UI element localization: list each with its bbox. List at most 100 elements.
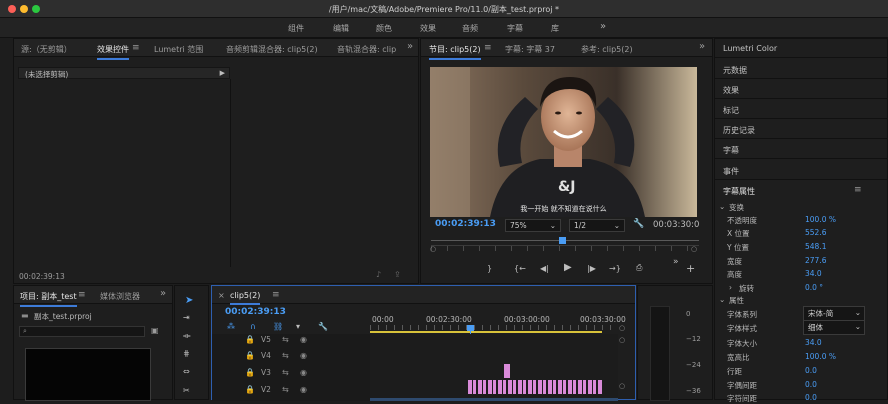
rolling-edit-tool-icon[interactable]: ⋕ <box>183 349 190 358</box>
width-value[interactable]: 277.6 <box>805 256 826 265</box>
project-search-input[interactable]: ⌕ <box>19 326 145 337</box>
export-frame-camera-icon[interactable]: ⎙ <box>636 263 642 273</box>
mark-out-icon[interactable]: } <box>487 264 492 273</box>
program-menu-icon[interactable]: ≡ <box>484 43 492 53</box>
font-size-value[interactable]: 34.0 <box>805 338 822 347</box>
zoom-select[interactable]: 75% ⌄ <box>505 219 561 232</box>
go-to-in-icon[interactable]: {← <box>514 264 526 273</box>
workspace-more-button[interactable]: » <box>600 21 606 32</box>
tab-source[interactable]: 源:（无剪辑） <box>21 44 72 55</box>
tab-media-browser[interactable]: 媒体浏览器 <box>100 291 140 302</box>
step-back-icon[interactable]: ◀| <box>540 264 549 273</box>
go-to-out-icon[interactable]: →} <box>609 264 621 273</box>
caption-clip[interactable] <box>504 364 510 378</box>
panel-captions[interactable]: 字幕 <box>723 145 739 156</box>
step-forward-icon[interactable]: |▶ <box>587 264 596 273</box>
workspace-assembly[interactable]: 组件 <box>288 23 304 34</box>
workspace-effects[interactable]: 效果 <box>420 23 436 34</box>
x-position-value[interactable]: 552.6 <box>805 228 826 237</box>
sync-lock-icon[interactable]: ⇆ <box>282 368 289 377</box>
work-area-bar[interactable] <box>370 331 602 333</box>
lock-icon[interactable]: 🔒 <box>245 335 255 344</box>
font-family-select[interactable]: 宋体-简 ⌄ <box>803 306 865 321</box>
transform-expand-icon[interactable]: ⌄ <box>719 202 725 211</box>
selection-tool-icon[interactable]: ➤ <box>185 295 193 306</box>
lock-icon[interactable]: 🔒 <box>245 385 255 394</box>
program-current-timecode[interactable]: 00:02:39:13 <box>435 219 496 229</box>
vertical-scroll-circle-icon[interactable]: ○ <box>619 336 625 344</box>
program-time-ruler[interactable] <box>431 245 699 251</box>
tab-project[interactable]: 项目: 副本_test <box>20 291 77 307</box>
panel-effects[interactable]: 效果 <box>723 85 739 96</box>
expand-triangle-icon[interactable]: ▶ <box>220 69 225 77</box>
panel-markers[interactable]: 标记 <box>723 105 739 116</box>
workspace-color[interactable]: 颜色 <box>376 23 392 34</box>
panel-history[interactable]: 历史记录 <box>723 125 755 136</box>
eye-icon[interactable]: ◉ <box>300 335 307 344</box>
new-bin-icon[interactable]: ▣ <box>151 326 159 335</box>
export-frame-icon[interactable]: ⇪ <box>394 270 401 279</box>
aspect-value[interactable]: 100.0 % <box>805 352 836 361</box>
effect-controls-menu-icon[interactable]: ≡ <box>132 43 140 53</box>
button-editor-plus-icon[interactable]: + <box>686 262 695 275</box>
effect-controls-timecode[interactable]: 00:02:39:13 <box>19 272 65 281</box>
timeline-ruler-ticks[interactable] <box>370 325 618 330</box>
panel-lumetri-color[interactable]: Lumetri Color <box>723 44 777 53</box>
project-more-button[interactable]: » <box>160 288 166 299</box>
eye-icon[interactable]: ◉ <box>300 368 307 377</box>
panel-events[interactable]: 事件 <box>723 166 739 177</box>
opacity-value[interactable]: 100.0 % <box>805 215 836 224</box>
tab-timeline-sequence[interactable]: clip5(2) <box>230 291 261 305</box>
audio-only-icon[interactable]: ♪ <box>376 270 381 279</box>
subtitle-overlay[interactable]: 我一开始 就不知道在说什么 <box>430 204 697 214</box>
tab-audio-clip-mixer[interactable]: 音频剪辑混合器: clip5(2) <box>226 44 318 55</box>
height-value[interactable]: 34.0 <box>805 269 822 278</box>
timeline-close-icon[interactable]: × <box>218 291 225 300</box>
lock-icon[interactable]: 🔒 <box>245 351 255 360</box>
sync-lock-icon[interactable]: ⇆ <box>282 351 289 360</box>
timeline-menu-icon[interactable]: ≡ <box>272 290 280 300</box>
sync-lock-icon[interactable]: ⇆ <box>282 385 289 394</box>
source-panel-more-button[interactable]: » <box>407 41 413 52</box>
more-controls-icon[interactable]: » <box>673 257 679 267</box>
workspace-audio[interactable]: 音频 <box>462 23 478 34</box>
tracking-value[interactable]: 0.0 <box>805 393 817 402</box>
workspace-libraries[interactable]: 库 <box>551 23 559 34</box>
sync-lock-icon[interactable]: ⇆ <box>282 335 289 344</box>
rotation-expand-icon[interactable]: › <box>729 283 732 292</box>
tab-reference[interactable]: 参考: clip5(2) <box>581 44 633 55</box>
program-more-icon[interactable]: » <box>699 41 705 52</box>
track-select-tool-icon[interactable]: ⇥ <box>183 313 190 322</box>
properties-expand-icon[interactable]: ⌄ <box>719 295 725 304</box>
ripple-edit-tool-icon[interactable]: ⟚ <box>183 331 191 341</box>
out-point-circle-icon[interactable]: ○ <box>691 245 697 253</box>
tab-program[interactable]: 节目: clip5(2) <box>429 44 481 60</box>
timeline-scroll-top-circle-icon[interactable]: ○ <box>619 324 625 332</box>
razor-tool-icon[interactable]: ✂ <box>183 386 190 395</box>
caption-properties-menu-icon[interactable]: ≡ <box>854 185 862 195</box>
tab-effect-controls[interactable]: 效果控件 <box>97 44 129 60</box>
tab-audio-track-mixer[interactable]: 音轨混合器: clip <box>337 44 396 55</box>
panel-metadata[interactable]: 元数据 <box>723 65 747 76</box>
font-style-select[interactable]: 细体 ⌄ <box>803 320 865 335</box>
tab-captions[interactable]: 字幕: 字幕 37 <box>505 44 555 55</box>
vertical-scroll-bottom-circle-icon[interactable]: ○ <box>619 382 625 390</box>
nest-sequence-icon[interactable]: ⁂ <box>227 322 235 331</box>
workspace-captions[interactable]: 字幕 <box>507 23 523 34</box>
eye-icon[interactable]: ◉ <box>300 385 307 394</box>
linked-selection-icon[interactable]: ⛓ <box>273 322 283 331</box>
timeline-wrench-icon[interactable]: 🔧 <box>318 322 328 331</box>
tab-lumetri-scopes[interactable]: Lumetri 范围 <box>154 44 203 55</box>
media-thumbnail[interactable] <box>25 348 151 401</box>
y-position-value[interactable]: 548.1 <box>805 242 826 251</box>
caption-clips-track-v2[interactable] <box>468 380 602 394</box>
project-menu-icon[interactable]: ≡ <box>78 290 86 300</box>
video-frame[interactable]: &J 我一开始 就不知道在说什么 <box>430 67 697 217</box>
resolution-select[interactable]: 1/2 ⌄ <box>569 219 625 232</box>
kerning-value[interactable]: 0.0 <box>805 380 817 389</box>
eye-icon[interactable]: ◉ <box>300 351 307 360</box>
add-marker-icon[interactable]: ▾ <box>296 322 300 331</box>
lock-icon[interactable]: 🔒 <box>245 368 255 377</box>
timeline-timecode[interactable]: 00:02:39:13 <box>225 307 286 317</box>
wrench-icon[interactable]: 🔧 <box>633 219 644 229</box>
